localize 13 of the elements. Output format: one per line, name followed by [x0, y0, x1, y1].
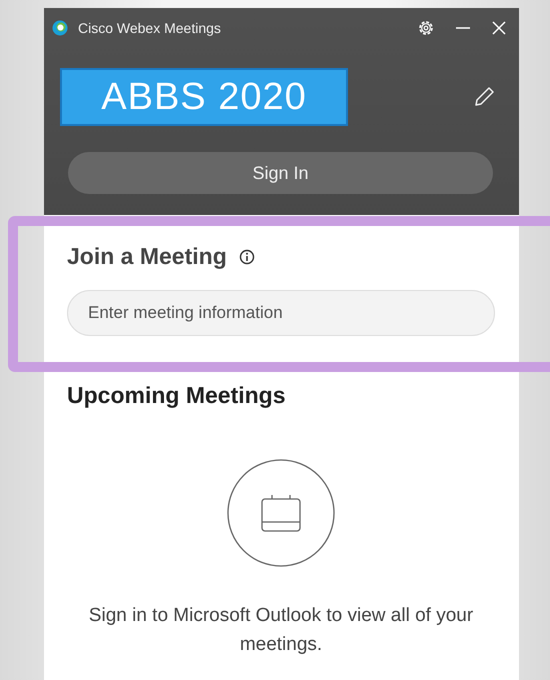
app-logo-icon — [52, 20, 68, 36]
settings-icon[interactable] — [417, 19, 435, 37]
empty-state-message: Sign in to Microsoft Outlook to view all of your meetings. — [88, 604, 474, 657]
info-icon[interactable] — [238, 248, 255, 264]
event-label: ABBS 2020 — [60, 68, 348, 126]
pencil-icon[interactable] — [473, 86, 495, 108]
section-heading: Upcoming Meetings — [67, 382, 287, 409]
close-icon[interactable] — [491, 20, 507, 36]
section-heading: Join a Meeting — [67, 243, 227, 270]
meeting-info-field[interactable]: Enter meeting information — [67, 290, 495, 336]
window-title: Cisco Webex Meetings — [78, 20, 222, 36]
calendar-icon — [227, 459, 335, 567]
sign-in-button[interactable]: Sign In — [68, 152, 493, 194]
